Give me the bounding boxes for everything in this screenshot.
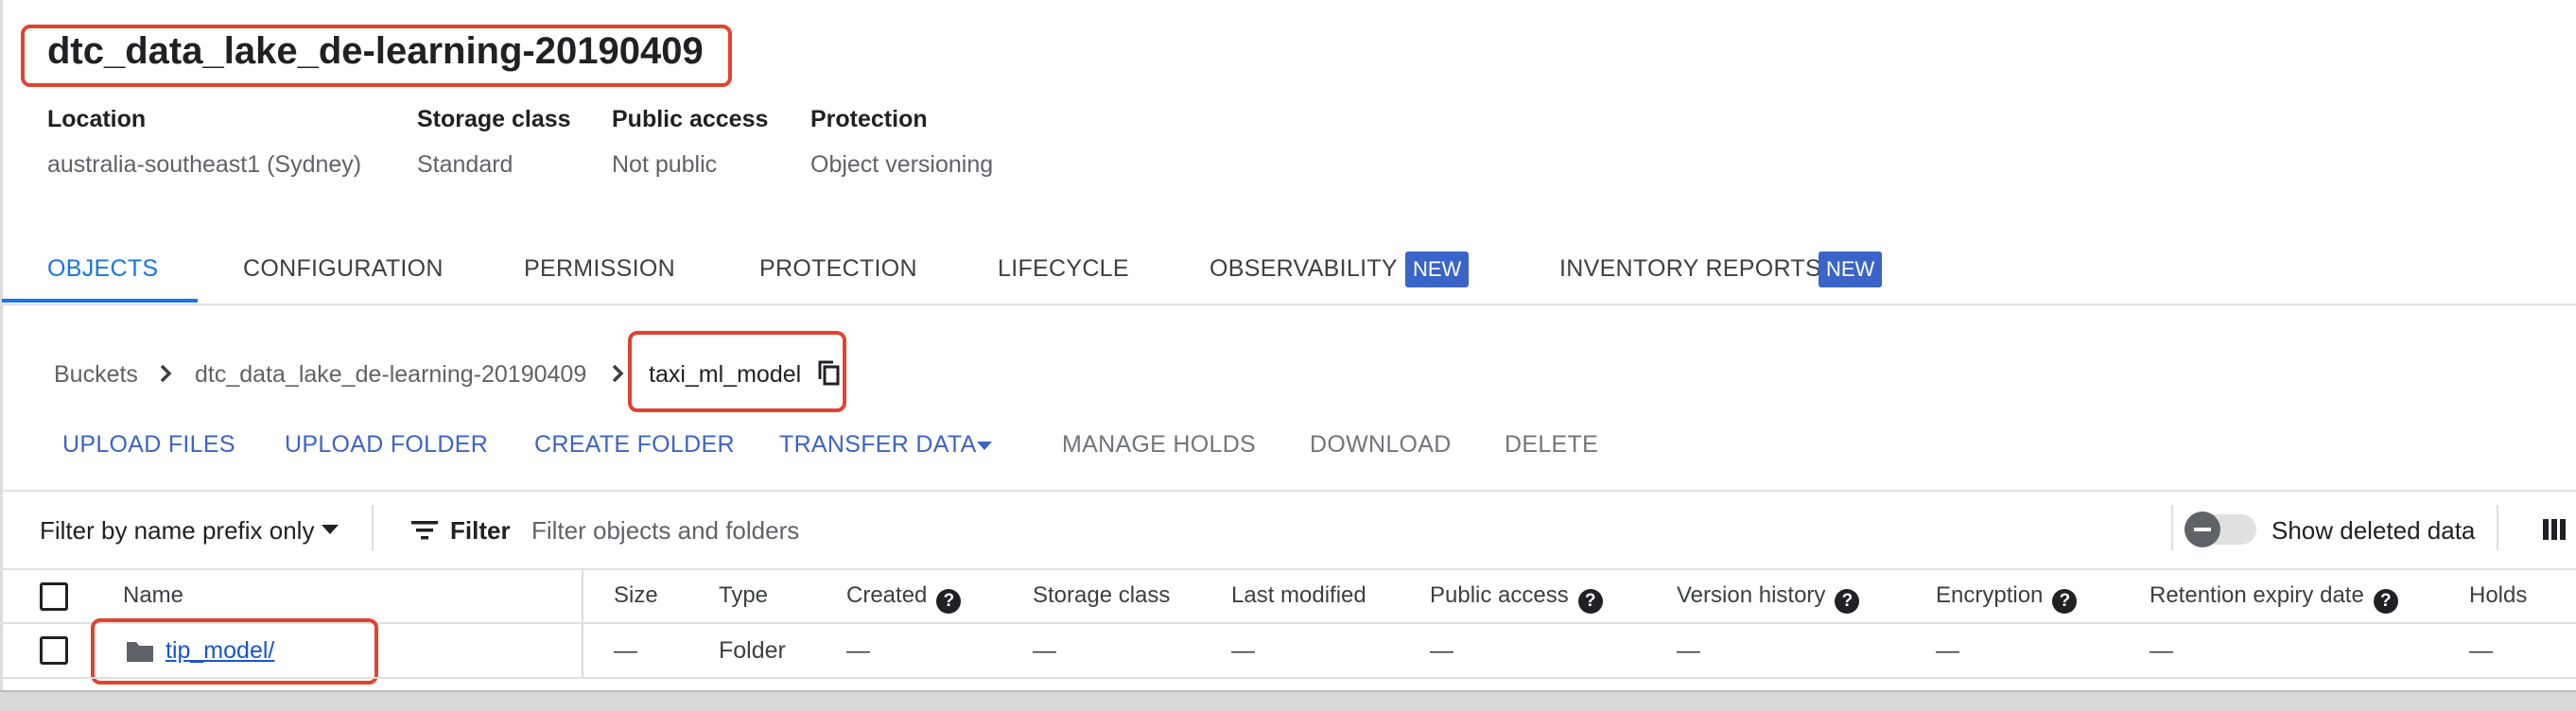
column-header-last-modified[interactable]: Last modified bbox=[1231, 582, 1366, 609]
row-encryption: — bbox=[1936, 637, 1959, 664]
row-version-history: — bbox=[1677, 637, 1700, 664]
column-header-public-access-label: Public access bbox=[1430, 582, 1569, 608]
table-top-border bbox=[0, 568, 2576, 570]
page-left-border bbox=[0, 0, 3, 709]
column-header-storage-class[interactable]: Storage class bbox=[1033, 582, 1170, 609]
row-public-access: — bbox=[1430, 637, 1453, 664]
column-header-created-label: Created bbox=[846, 582, 928, 608]
row-retention: — bbox=[2150, 637, 2173, 664]
column-header-public-access[interactable]: Public access? bbox=[1430, 582, 1603, 614]
tab-configuration[interactable]: CONFIGURATION bbox=[243, 255, 444, 283]
public-access-label: Public access bbox=[612, 106, 769, 132]
row-divider bbox=[0, 677, 2576, 679]
filter-label[interactable]: Filter bbox=[450, 516, 511, 546]
protection-value: Object versioning bbox=[810, 151, 994, 178]
tab-objects[interactable]: OBJECTS bbox=[47, 255, 158, 283]
column-header-version-history[interactable]: Version history? bbox=[1677, 582, 1860, 614]
chevron-right-icon bbox=[612, 364, 624, 383]
column-header-size[interactable]: Size bbox=[614, 582, 658, 609]
row-name-text[interactable]: tip_model/ bbox=[165, 637, 274, 664]
help-icon[interactable]: ? bbox=[2052, 589, 2078, 614]
filter-icon bbox=[411, 521, 438, 540]
row-last-modified: — bbox=[1231, 637, 1255, 664]
manage-holds-button[interactable]: MANAGE HOLDS bbox=[1062, 431, 1256, 459]
transfer-data-button[interactable]: TRANSFER DATA bbox=[779, 431, 977, 459]
help-icon[interactable]: ? bbox=[2373, 589, 2398, 614]
column-header-type[interactable]: Type bbox=[719, 582, 768, 609]
column-header-retention[interactable]: Retention expiry date? bbox=[2150, 582, 2398, 614]
chevron-right-icon bbox=[160, 364, 172, 383]
columns-divider bbox=[2497, 505, 2498, 550]
column-header-retention-label: Retention expiry date bbox=[2150, 582, 2364, 608]
dropdown-arrow-icon bbox=[322, 525, 339, 534]
tabs-divider bbox=[0, 303, 2576, 305]
new-badge: NEW bbox=[1819, 251, 1883, 287]
column-header-version-history-label: Version history bbox=[1677, 582, 1826, 608]
column-header-encryption[interactable]: Encryption? bbox=[1936, 582, 2078, 614]
row-storage-class: — bbox=[1033, 637, 1056, 664]
help-icon[interactable]: ? bbox=[1577, 589, 1603, 614]
location-value: australia-southeast1 (Sydney) bbox=[47, 151, 362, 178]
download-button[interactable]: DOWNLOAD bbox=[1310, 431, 1452, 459]
row-checkbox[interactable] bbox=[40, 636, 68, 665]
toggle-divider bbox=[2171, 505, 2173, 550]
upload-files-button[interactable]: UPLOAD FILES bbox=[62, 431, 235, 459]
toolbar-divider bbox=[0, 490, 2576, 492]
tab-permission[interactable]: PERMISSION bbox=[524, 255, 675, 283]
show-deleted-label: Show deleted data bbox=[2271, 516, 2476, 545]
filter-divider bbox=[372, 505, 374, 550]
breadcrumb-buckets[interactable]: Buckets bbox=[54, 361, 138, 389]
storage-class-label: Storage class bbox=[417, 106, 571, 132]
show-deleted-toggle[interactable] bbox=[2184, 512, 2256, 547]
filter-mode-select[interactable]: Filter by name prefix only bbox=[40, 516, 314, 546]
tab-inventory-reports[interactable]: INVENTORY REPORTS bbox=[1559, 255, 1821, 283]
tab-protection[interactable]: PROTECTION bbox=[759, 255, 917, 283]
public-access-value: Not public bbox=[612, 151, 718, 178]
tab-observability[interactable]: OBSERVABILITY bbox=[1210, 255, 1398, 283]
row-type: Folder bbox=[719, 637, 786, 664]
upload-folder-button[interactable]: UPLOAD FOLDER bbox=[285, 431, 488, 459]
row-size: — bbox=[614, 637, 637, 664]
create-folder-button[interactable]: CREATE FOLDER bbox=[534, 431, 735, 459]
help-icon[interactable]: ? bbox=[936, 589, 962, 614]
row-name-link[interactable]: tip_model/ bbox=[165, 637, 274, 665]
storage-class-value: Standard bbox=[417, 151, 513, 178]
column-header-created[interactable]: Created? bbox=[846, 582, 962, 614]
dropdown-arrow-icon bbox=[977, 442, 992, 450]
column-display-icon[interactable] bbox=[2542, 517, 2567, 542]
breadcrumb-bucket[interactable]: dtc_data_lake_de-learning-20190409 bbox=[195, 361, 586, 389]
toggle-knob bbox=[2184, 512, 2220, 547]
header-row-divider bbox=[0, 622, 2576, 624]
active-tab-indicator bbox=[2, 299, 198, 303]
breadcrumb-current: taxi_ml_model bbox=[649, 361, 802, 388]
row-created: — bbox=[846, 637, 870, 664]
horizontal-scrollbar[interactable] bbox=[0, 690, 2576, 711]
filter-input[interactable]: Filter objects and folders bbox=[531, 516, 799, 546]
select-all-checkbox[interactable] bbox=[40, 582, 68, 611]
new-badge: NEW bbox=[1405, 251, 1470, 287]
delete-button[interactable]: DELETE bbox=[1505, 431, 1598, 459]
folder-icon bbox=[127, 642, 153, 662]
column-header-holds[interactable]: Holds bbox=[2469, 582, 2527, 609]
copy-icon[interactable] bbox=[817, 359, 842, 388]
column-header-encryption-label: Encryption bbox=[1936, 582, 2044, 608]
protection-label: Protection bbox=[810, 106, 928, 132]
row-holds: — bbox=[2469, 637, 2493, 664]
column-header-name[interactable]: Name bbox=[123, 582, 183, 609]
page-title: dtc_data_lake_de-learning-20190409 bbox=[47, 30, 704, 72]
help-icon[interactable]: ? bbox=[1835, 589, 1860, 614]
tab-lifecycle[interactable]: LIFECYCLE bbox=[998, 255, 1129, 283]
location-label: Location bbox=[47, 106, 147, 132]
